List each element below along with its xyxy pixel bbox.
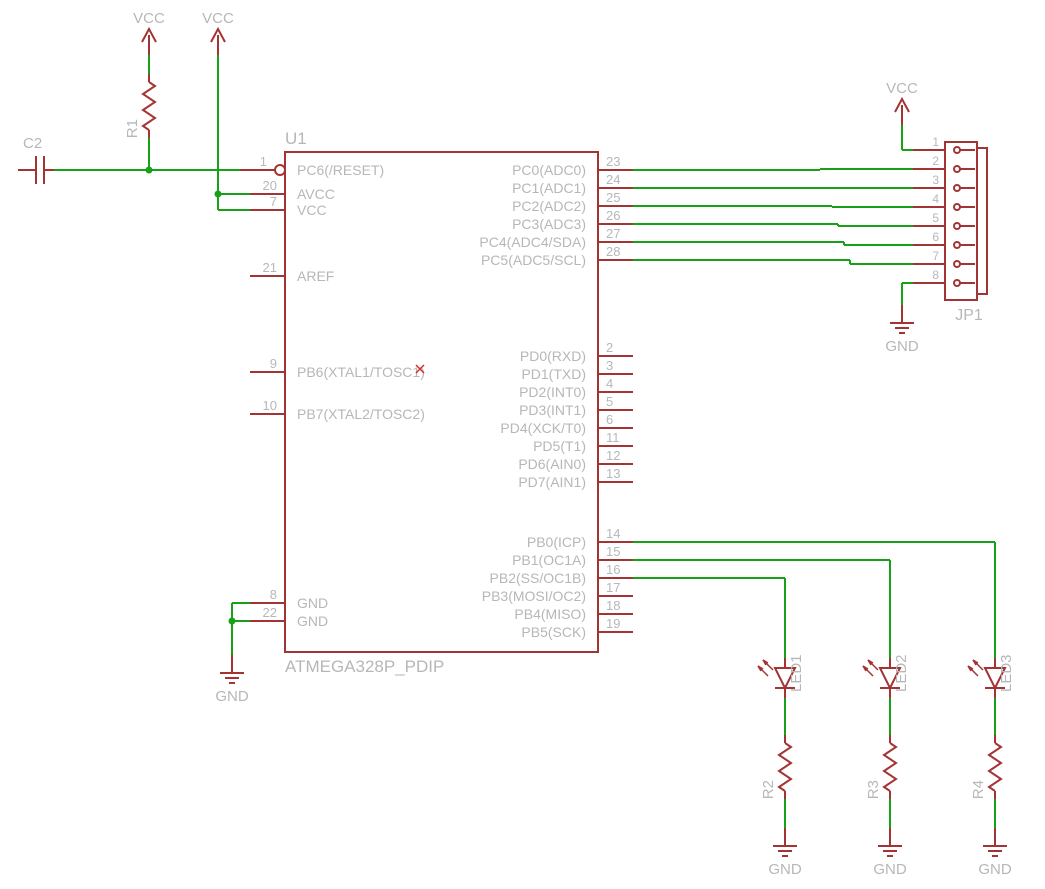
svg-text:23: 23 bbox=[606, 154, 620, 169]
svg-text:GND: GND bbox=[768, 861, 802, 878]
svg-text:LED2: LED2 bbox=[893, 654, 910, 692]
svg-text:PB3(MOSI/OC2): PB3(MOSI/OC2) bbox=[482, 588, 586, 604]
svg-text:GND: GND bbox=[215, 688, 249, 705]
svg-text:PC2(ADC2): PC2(ADC2) bbox=[512, 198, 586, 214]
svg-text:22: 22 bbox=[263, 605, 277, 620]
svg-text:GND: GND bbox=[978, 861, 1012, 878]
svg-text:26: 26 bbox=[606, 208, 620, 223]
svg-text:GND: GND bbox=[873, 861, 907, 878]
svg-text:1: 1 bbox=[260, 154, 267, 169]
svg-text:16: 16 bbox=[606, 562, 620, 577]
svg-text:4: 4 bbox=[606, 376, 613, 391]
svg-text:3: 3 bbox=[932, 173, 939, 187]
svg-text:9: 9 bbox=[270, 356, 277, 371]
svg-text:27: 27 bbox=[606, 226, 620, 241]
svg-text:PC6(/RESET): PC6(/RESET) bbox=[297, 162, 384, 178]
svg-text:PD0(RXD): PD0(RXD) bbox=[520, 348, 586, 364]
svg-text:7: 7 bbox=[270, 194, 277, 209]
svg-text:PB5(SCK): PB5(SCK) bbox=[521, 624, 586, 640]
svg-text:17: 17 bbox=[606, 580, 620, 595]
svg-text:R2: R2 bbox=[760, 780, 777, 799]
svg-text:PB7(XTAL2/TOSC2): PB7(XTAL2/TOSC2) bbox=[297, 406, 425, 422]
svg-text:5: 5 bbox=[606, 394, 613, 409]
svg-text:2: 2 bbox=[606, 340, 613, 355]
svg-text:JP1: JP1 bbox=[955, 307, 983, 324]
svg-text:PC3(ADC3): PC3(ADC3) bbox=[512, 216, 586, 232]
svg-text:PD6(AIN0): PD6(AIN0) bbox=[518, 456, 586, 472]
svg-text:GND: GND bbox=[297, 595, 328, 611]
svg-text:5: 5 bbox=[932, 211, 939, 225]
svg-text:PB0(ICP): PB0(ICP) bbox=[527, 534, 586, 550]
svg-text:15: 15 bbox=[606, 544, 620, 559]
svg-text:PD7(AIN1): PD7(AIN1) bbox=[518, 474, 586, 490]
svg-text:12: 12 bbox=[606, 448, 620, 463]
svg-text:PC5(ADC5/SCL): PC5(ADC5/SCL) bbox=[481, 252, 586, 268]
svg-text:AREF: AREF bbox=[297, 268, 334, 284]
svg-text:3: 3 bbox=[606, 358, 613, 373]
svg-text:28: 28 bbox=[606, 244, 620, 259]
svg-text:PB1(OC1A): PB1(OC1A) bbox=[512, 552, 586, 568]
svg-text:14: 14 bbox=[606, 526, 620, 541]
svg-text:10: 10 bbox=[263, 398, 277, 413]
svg-text:20: 20 bbox=[263, 178, 277, 193]
svg-text:R4: R4 bbox=[970, 780, 987, 799]
svg-text:8: 8 bbox=[932, 268, 939, 282]
svg-text:24: 24 bbox=[606, 172, 620, 187]
svg-text:PD3(INT1): PD3(INT1) bbox=[519, 402, 586, 418]
svg-text:VCC: VCC bbox=[886, 80, 918, 97]
svg-text:VCC: VCC bbox=[202, 10, 234, 27]
svg-text:2: 2 bbox=[932, 154, 939, 168]
svg-text:GND: GND bbox=[297, 613, 328, 629]
svg-text:18: 18 bbox=[606, 598, 620, 613]
svg-text:21: 21 bbox=[263, 260, 277, 275]
svg-text:4: 4 bbox=[932, 192, 939, 206]
svg-text:PD4(XCK/T0): PD4(XCK/T0) bbox=[500, 420, 586, 436]
svg-text:19: 19 bbox=[606, 616, 620, 631]
svg-text:PC1(ADC1): PC1(ADC1) bbox=[512, 180, 586, 196]
svg-text:AVCC: AVCC bbox=[297, 186, 335, 202]
svg-text:U1: U1 bbox=[285, 129, 307, 148]
svg-text:R3: R3 bbox=[865, 780, 882, 799]
svg-text:1: 1 bbox=[932, 135, 939, 149]
svg-text:PD1(TXD): PD1(TXD) bbox=[521, 366, 586, 382]
svg-text:PD5(T1): PD5(T1) bbox=[533, 438, 586, 454]
svg-text:8: 8 bbox=[270, 587, 277, 602]
svg-text:11: 11 bbox=[606, 430, 620, 445]
svg-text:13: 13 bbox=[606, 466, 620, 481]
svg-text:R1: R1 bbox=[124, 119, 141, 138]
svg-text:PC4(ADC4/SDA): PC4(ADC4/SDA) bbox=[479, 234, 586, 250]
svg-text:VCC: VCC bbox=[297, 202, 327, 218]
svg-text:PC0(ADC0): PC0(ADC0) bbox=[512, 162, 586, 178]
svg-text:LED3: LED3 bbox=[998, 654, 1015, 692]
schematic: U1 ATMEGA328P_PDIP 1 PC6(/RESET) 20 AVCC 7 VCC 2… bbox=[0, 0, 1045, 884]
svg-text:LED1: LED1 bbox=[788, 654, 805, 692]
svg-text:C2: C2 bbox=[23, 135, 42, 152]
svg-text:ATMEGA328P_PDIP: ATMEGA328P_PDIP bbox=[285, 657, 444, 676]
svg-text:25: 25 bbox=[606, 190, 620, 205]
svg-text:PB2(SS/OC1B): PB2(SS/OC1B) bbox=[490, 570, 586, 586]
svg-text:GND: GND bbox=[885, 338, 919, 355]
svg-text:VCC: VCC bbox=[133, 10, 165, 27]
svg-text:PB6(XTAL1/TOSC1): PB6(XTAL1/TOSC1) bbox=[297, 364, 425, 380]
svg-text:6: 6 bbox=[606, 412, 613, 427]
svg-text:6: 6 bbox=[932, 230, 939, 244]
svg-text:PB4(MISO): PB4(MISO) bbox=[514, 606, 586, 622]
svg-text:7: 7 bbox=[932, 249, 939, 263]
svg-text:PD2(INT0): PD2(INT0) bbox=[519, 384, 586, 400]
